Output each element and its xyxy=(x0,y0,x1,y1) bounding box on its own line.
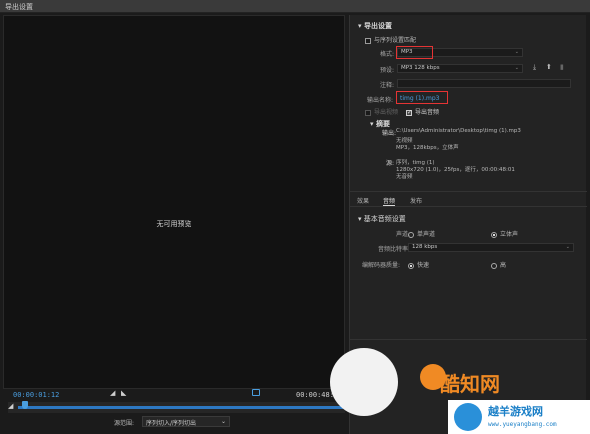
in-point-icon[interactable]: ◢ xyxy=(8,402,13,410)
playhead[interactable] xyxy=(21,401,28,409)
export-settings-header[interactable]: ▾ 导出设置 xyxy=(358,21,392,31)
mark-out-icon[interactable]: ◣ xyxy=(121,389,126,397)
source-label: 源: xyxy=(386,160,395,167)
tab-effects[interactable]: 效果 xyxy=(357,196,369,205)
mark-in-icon[interactable]: ◢ xyxy=(110,389,115,397)
comment-label: 注释: xyxy=(380,82,395,89)
export-audio-checkbox[interactable]: 导出音频 xyxy=(406,107,439,116)
marker-icon[interactable] xyxy=(252,389,260,396)
fast-radio[interactable]: 快速 xyxy=(408,260,429,269)
timeline-scrubber[interactable]: ◢ xyxy=(8,401,345,413)
watermark-logo-circle xyxy=(330,348,398,416)
delete-preset-icon[interactable]: ▮ xyxy=(560,63,564,71)
format-highlight-box xyxy=(396,46,433,59)
source-range-label: 源范围: xyxy=(114,420,135,427)
basic-audio-header[interactable]: ▾ 基本音频设置 xyxy=(358,214,406,224)
preset-value: MP3 128 kbps xyxy=(401,65,440,71)
preset-select[interactable]: MP3 128 kbps ⌄ xyxy=(397,64,523,73)
output-path: C:\Users\Administrator\Desktop\timg (1).… xyxy=(396,128,521,134)
title-bar: 导出设置 xyxy=(0,0,590,13)
duck-logo-icon xyxy=(454,403,482,431)
chevron-down-icon: ⌄ xyxy=(514,49,519,55)
mono-radio[interactable]: 单声道 xyxy=(408,229,435,238)
source-video: 1280x720 (1.0)，25fps，逐行，00:00:48:01 xyxy=(396,167,515,173)
bitrate-value: 128 kbps xyxy=(412,244,438,250)
import-preset-icon[interactable]: ⬆ xyxy=(546,63,552,71)
output-audio: MP3，128kbps，立体声 xyxy=(396,145,459,151)
watermark-site-title: 越羊游戏网 xyxy=(488,405,543,418)
watermark-overlay: 酷知网 越羊游戏网 www.yueyangbang.com xyxy=(330,340,590,434)
divider xyxy=(350,191,587,192)
chevron-down-icon: ⌄ xyxy=(220,418,226,425)
no-preview-text: 无可用预览 xyxy=(156,220,192,228)
source-range-select[interactable]: 序列切入/序列切出 ⌄ xyxy=(142,416,230,427)
bitrate-label: 音频比特率: xyxy=(378,246,411,253)
preview-area: 无可用预览 xyxy=(3,15,345,389)
output-name-highlight-box xyxy=(396,91,448,104)
high-radio[interactable]: 高 xyxy=(491,260,506,269)
comment-input[interactable] xyxy=(397,79,571,88)
source-range-value: 序列切入/序列切出 xyxy=(146,420,197,427)
watermark-brand: 酷知网 xyxy=(440,372,500,396)
chevron-down-icon: ⌄ xyxy=(514,65,519,71)
save-preset-icon[interactable]: ⤓ xyxy=(533,63,536,72)
tab-audio[interactable]: 音频 xyxy=(383,196,396,206)
bitrate-select[interactable]: 128 kbps ⌄ xyxy=(408,243,574,252)
watermark-site-badge: 越羊游戏网 www.yueyangbang.com xyxy=(448,400,590,434)
checkbox-box[interactable] xyxy=(365,37,371,44)
watermark-site-url: www.yueyangbang.com xyxy=(488,421,557,428)
export-video-checkbox[interactable]: 导出视频 xyxy=(365,107,398,116)
output-name-label: 输出名称: xyxy=(367,97,394,104)
stereo-radio[interactable]: 立体声 xyxy=(491,229,518,238)
match-sequence-checkbox[interactable]: 与序列设置匹配 xyxy=(365,35,416,44)
timeline-track[interactable] xyxy=(18,406,343,409)
format-label: 格式: xyxy=(380,51,395,58)
tab-publish[interactable]: 发布 xyxy=(410,196,422,205)
output-label: 输出: xyxy=(382,130,397,137)
source-audio: 无音频 xyxy=(396,174,413,180)
chevron-down-icon: ⌄ xyxy=(565,244,570,250)
preset-label: 预设: xyxy=(380,67,395,74)
current-timecode[interactable]: 00:00:01:12 xyxy=(13,391,59,399)
window-title: 导出设置 xyxy=(5,3,33,11)
divider xyxy=(350,206,587,207)
codec-quality-label: 编解码器质量: xyxy=(362,262,401,269)
